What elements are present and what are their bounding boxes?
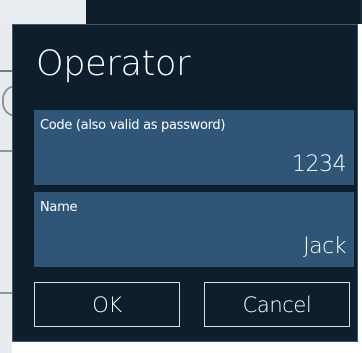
background-divider bbox=[0, 150, 12, 152]
name-field[interactable]: Name Jack bbox=[34, 192, 354, 267]
background-app-header bbox=[0, 0, 362, 24]
code-field-value[interactable]: 1234 bbox=[292, 152, 347, 177]
background-divider bbox=[0, 70, 12, 72]
ok-button[interactable]: OK bbox=[34, 282, 180, 327]
background-divider bbox=[0, 292, 12, 294]
code-field[interactable]: Code (also valid as password) 1234 bbox=[34, 110, 354, 185]
operator-dialog: Operator Code (also valid as password) 1… bbox=[12, 24, 358, 342]
name-field-label: Name bbox=[40, 200, 78, 215]
background-header-dark-area bbox=[86, 0, 360, 24]
dialog-title: Operator bbox=[36, 44, 191, 84]
code-field-label: Code (also valid as password) bbox=[40, 118, 226, 133]
name-field-value[interactable]: Jack bbox=[303, 234, 346, 259]
screen: Operator Code (also valid as password) 1… bbox=[0, 0, 362, 353]
background-header-light-area bbox=[0, 0, 86, 24]
cancel-button[interactable]: Cancel bbox=[204, 282, 350, 327]
